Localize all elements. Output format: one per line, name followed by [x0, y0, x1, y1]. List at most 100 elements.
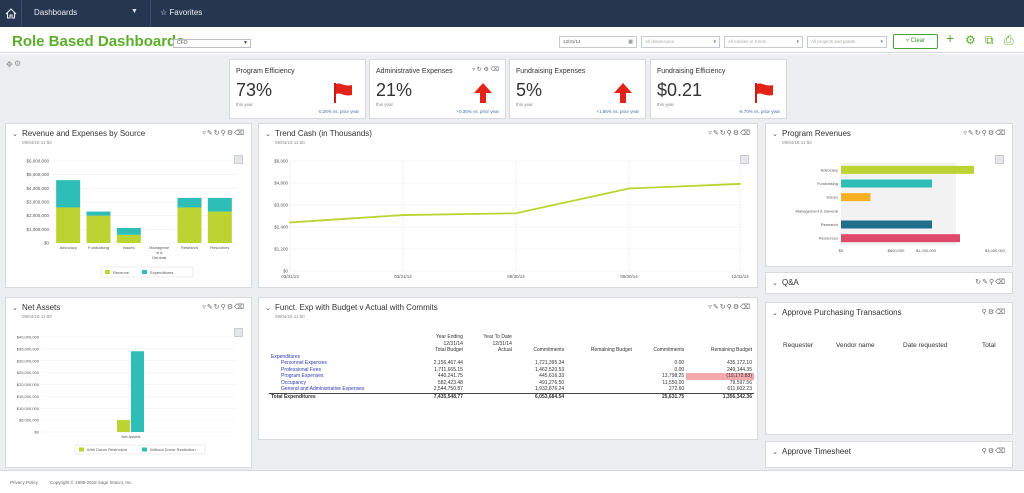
gear-icon[interactable]: ⚙: [483, 67, 488, 73]
gear-icon[interactable]: ⚙: [733, 304, 740, 311]
panel-title[interactable]: ⌄ Approve Timesheet: [772, 447, 851, 456]
copy-icon[interactable]: ⧉: [985, 33, 994, 48]
gear-icon[interactable]: ⚙: [988, 309, 995, 316]
y-tick-label: Fundraising: [817, 181, 838, 186]
calendar-icon: ▦: [628, 39, 633, 45]
kpi-value: 73%: [236, 80, 273, 100]
x-tick-label: $600,000: [888, 248, 905, 253]
chevron-down-icon[interactable]: ⌄: [772, 309, 782, 317]
add-icon[interactable]: +: [946, 30, 954, 46]
panel-title-text: Q&A: [782, 278, 799, 287]
entities-filter[interactable]: All entities or funds ▾: [724, 36, 803, 48]
date-filter[interactable]: 12/31/14 ▦: [559, 36, 637, 48]
role-value: CFO: [177, 40, 188, 46]
dimensions-filter[interactable]: All dimensions ▾: [641, 36, 720, 48]
column-date-requested[interactable]: Date requested: [903, 342, 947, 349]
chevron-down-icon[interactable]: ⌄: [265, 304, 275, 312]
data-point: [739, 183, 741, 185]
y-tick-label: $1,200: [274, 247, 288, 252]
y-tick-label: Issues: [826, 195, 838, 200]
x-tick-label: Research: [181, 245, 198, 250]
kpi-comparison: +0.35% vs. prior year: [456, 109, 499, 114]
panel-title[interactable]: ⌄ Approve Purchasing Transactions: [772, 308, 902, 317]
gear-icon[interactable]: ⚙: [14, 59, 21, 68]
kpi-comparison: -0.26% vs. prior year: [317, 109, 359, 114]
kpi-card-fundraising-efficiency[interactable]: Fundraising Efficiency $0.21 this year -…: [650, 59, 787, 119]
copyright-text: Copyright © 1999-2018 Sage Intacct, Inc.: [50, 480, 133, 485]
y-tick-label: Research: [821, 222, 838, 227]
home-button[interactable]: [0, 0, 22, 27]
red-arrow-up-icon: [614, 83, 632, 103]
trash-icon[interactable]: ⌫: [995, 309, 1006, 316]
table-cell: [566, 386, 634, 393]
trash-icon[interactable]: ⌫: [740, 304, 751, 311]
privacy-policy-link[interactable]: Privacy Policy: [10, 480, 38, 485]
x-tick-label: Advocacy: [59, 245, 76, 250]
table-cell: [464, 392, 514, 400]
kpi-card-administrative-expenses[interactable]: Administrative Expenses ▿ ↻ ⚙ ⌫ 21% this…: [369, 59, 506, 119]
edit-icon[interactable]: ✎: [713, 304, 720, 311]
kpi-card-program-efficiency[interactable]: Program Efficiency 73% this year -0.26% …: [229, 59, 366, 119]
kpi-title: Fundraising Efficiency: [657, 68, 726, 75]
panel-title[interactable]: ⌄ Q&A: [772, 278, 799, 287]
panel-title-text: Approve Timesheet: [782, 447, 851, 456]
y-tick-label: $6,000,000: [26, 159, 49, 164]
x-tick-label: $3,000,000: [985, 248, 1006, 253]
red-flag-icon: [334, 83, 352, 103]
program-revenues-chart: Advocacy Fundraising Issues Management & Ge…: [796, 163, 1006, 253]
trash-icon[interactable]: ⌫: [995, 448, 1006, 455]
trend-cash-chart: $6,000 $4,800 $3,600 $2,400 $1,200 $003/31/13…: [274, 159, 749, 280]
filter-icon[interactable]: ▿: [472, 67, 475, 73]
panel-tools: ▿✎↻⚲⚙⌫: [708, 303, 751, 311]
kpi-title: Administrative Expenses: [376, 68, 453, 75]
bar-revenue: [207, 211, 232, 243]
panel-tools: ↻✎⚲⌫: [975, 278, 1006, 286]
data-point: [402, 214, 404, 216]
title-bar: Role Based Dashboards CFO ▼ 12/31/14 ▦ All…: [0, 27, 1024, 53]
trash-icon[interactable]: ⌫: [995, 279, 1006, 286]
refresh-icon[interactable]: ↻: [477, 67, 482, 73]
entities-placeholder: All entities or funds: [728, 39, 767, 44]
x-tick-label: 12/31/14: [731, 274, 749, 279]
column-total[interactable]: Total: [982, 342, 996, 349]
x-tick-label: 03/31/14: [394, 274, 412, 279]
bar-revenue: [116, 234, 141, 243]
y-tick-label: $0: [44, 241, 50, 246]
kpi-card-fundraising-expenses[interactable]: Fundraising Expenses 5% this year +1.85%…: [509, 59, 646, 119]
y-tick-label: $20,000,000: [17, 382, 40, 387]
cash-line: [289, 183, 741, 224]
move-icon[interactable]: ✥: [6, 60, 13, 69]
bar: [841, 179, 932, 188]
trash-icon[interactable]: ⌫: [491, 67, 499, 73]
y-tick-label: $5,000,000: [19, 418, 40, 423]
refresh-icon[interactable]: ↻: [720, 304, 727, 311]
bar-expenditures: [177, 197, 202, 208]
column-vendor-name[interactable]: Vendor name: [836, 342, 875, 349]
role-select[interactable]: CFO ▼: [173, 39, 251, 48]
chevron-down-icon[interactable]: ⌄: [772, 279, 782, 287]
revenue-expenses-chart: $6,000,000 $5,000,000 $4,000,000 $3,000,000…: [26, 159, 235, 278]
dashboards-menu[interactable]: Dashboards: [34, 8, 77, 17]
print-icon[interactable]: ⎙: [1004, 33, 1014, 48]
y-tick-label: $2,000,000: [26, 213, 49, 218]
kpi-period: this year: [516, 102, 534, 107]
edit-icon[interactable]: ✎: [982, 279, 989, 286]
functional-expenses-table: Year Ending Year To Date 12/31/14 12/31/14 T…: [269, 334, 754, 400]
chevron-down-icon[interactable]: ▼: [131, 8, 138, 15]
chevron-down-icon[interactable]: ⌄: [772, 448, 782, 456]
red-flag-icon: [755, 83, 773, 103]
table-cell: Total Expenditures: [269, 392, 416, 400]
chevron-down-icon: ▾: [796, 39, 799, 45]
bar: [841, 234, 960, 243]
favorites-menu[interactable]: ☆ Favorites: [160, 8, 202, 17]
y-tick-label: $0: [283, 269, 289, 274]
table-cell: [566, 392, 634, 400]
y-tick-label: $3,600: [274, 203, 288, 208]
column-requester[interactable]: Requester: [783, 342, 813, 349]
gear-icon[interactable]: ⚙: [988, 448, 995, 455]
gear-icon[interactable]: ⚙: [965, 33, 976, 47]
clear-filters-button[interactable]: ▿ Clear: [893, 34, 938, 49]
projects-filter[interactable]: All projects and grants ▾: [807, 36, 887, 48]
bar: [841, 193, 871, 202]
panel-title[interactable]: ⌄ Funct. Exp with Budget v Actual with Co…: [265, 303, 438, 312]
